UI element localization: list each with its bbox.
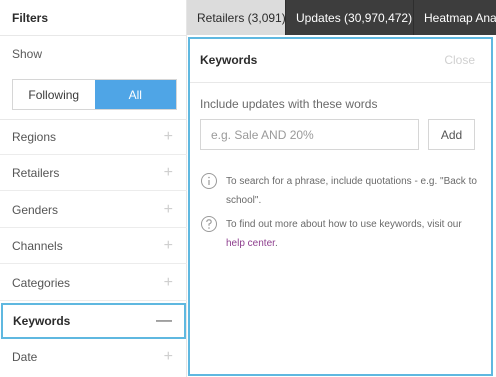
tip-prefix: To find out more about how to use keywor… (226, 219, 462, 230)
show-label: Show (12, 47, 43, 61)
filter-label: Channels (12, 238, 63, 253)
info-icon (201, 173, 217, 189)
quotation-tip: To search for a phrase, include quotatio… (200, 172, 480, 210)
minus-icon: — (156, 312, 172, 329)
filter-retailers[interactable]: Retailers + (0, 155, 187, 191)
filter-regions[interactable]: Regions + (0, 119, 187, 155)
divider (190, 82, 491, 83)
filter-keywords[interactable]: Keywords — (1, 303, 186, 339)
keyword-input[interactable] (200, 119, 419, 150)
include-label: Include updates with these words (200, 97, 378, 111)
help-icon (201, 216, 217, 232)
following-toggle-button[interactable]: Following (13, 80, 95, 109)
plus-icon: + (163, 236, 173, 254)
add-keyword-button[interactable]: Add (428, 119, 475, 150)
plus-icon: + (163, 273, 173, 291)
tip-text: To search for a phrase, include quotatio… (226, 176, 477, 206)
tip-text: To find out more about how to use keywor… (226, 215, 480, 253)
filter-label: Date (12, 350, 38, 364)
plus-icon: + (163, 348, 173, 365)
tab-heatmap-analysis[interactable]: Heatmap Analysis (413, 0, 496, 35)
filter-categories[interactable]: Categories + (0, 265, 187, 301)
filter-label: Keywords (13, 314, 71, 328)
divider (0, 35, 187, 36)
help-center-link[interactable]: help center (226, 238, 275, 249)
plus-icon: + (163, 200, 173, 218)
filter-label: Retailers (12, 165, 60, 180)
filter-label: Regions (12, 129, 57, 144)
filter-date[interactable]: Date + (0, 339, 187, 375)
filter-channels[interactable]: Channels + (0, 228, 187, 264)
help-tip: To find out more about how to use keywor… (200, 215, 480, 253)
filter-label: Genders (12, 202, 59, 217)
results-tab-bar: Retailers (3,091) Updates (30,970,472) H… (187, 0, 496, 35)
keywords-panel: Keywords Close Include updates with thes… (188, 37, 493, 376)
tab-retailers[interactable]: Retailers (3,091) (187, 0, 285, 35)
close-link[interactable]: Close (444, 53, 475, 67)
sidebar-title: Filters (12, 11, 49, 25)
tip-suffix: . (274, 238, 278, 249)
filters-sidebar: Filters Show Following All Regions + Ret… (0, 0, 187, 377)
show-toggle: Following All (12, 79, 177, 110)
filter-label: Categories (12, 275, 71, 290)
tab-updates[interactable]: Updates (30,970,472) (285, 0, 413, 35)
panel-title: Keywords (200, 53, 258, 67)
plus-icon: + (163, 163, 173, 181)
all-toggle-button[interactable]: All (94, 80, 176, 109)
filter-genders[interactable]: Genders + (0, 192, 187, 228)
plus-icon: + (163, 127, 173, 145)
